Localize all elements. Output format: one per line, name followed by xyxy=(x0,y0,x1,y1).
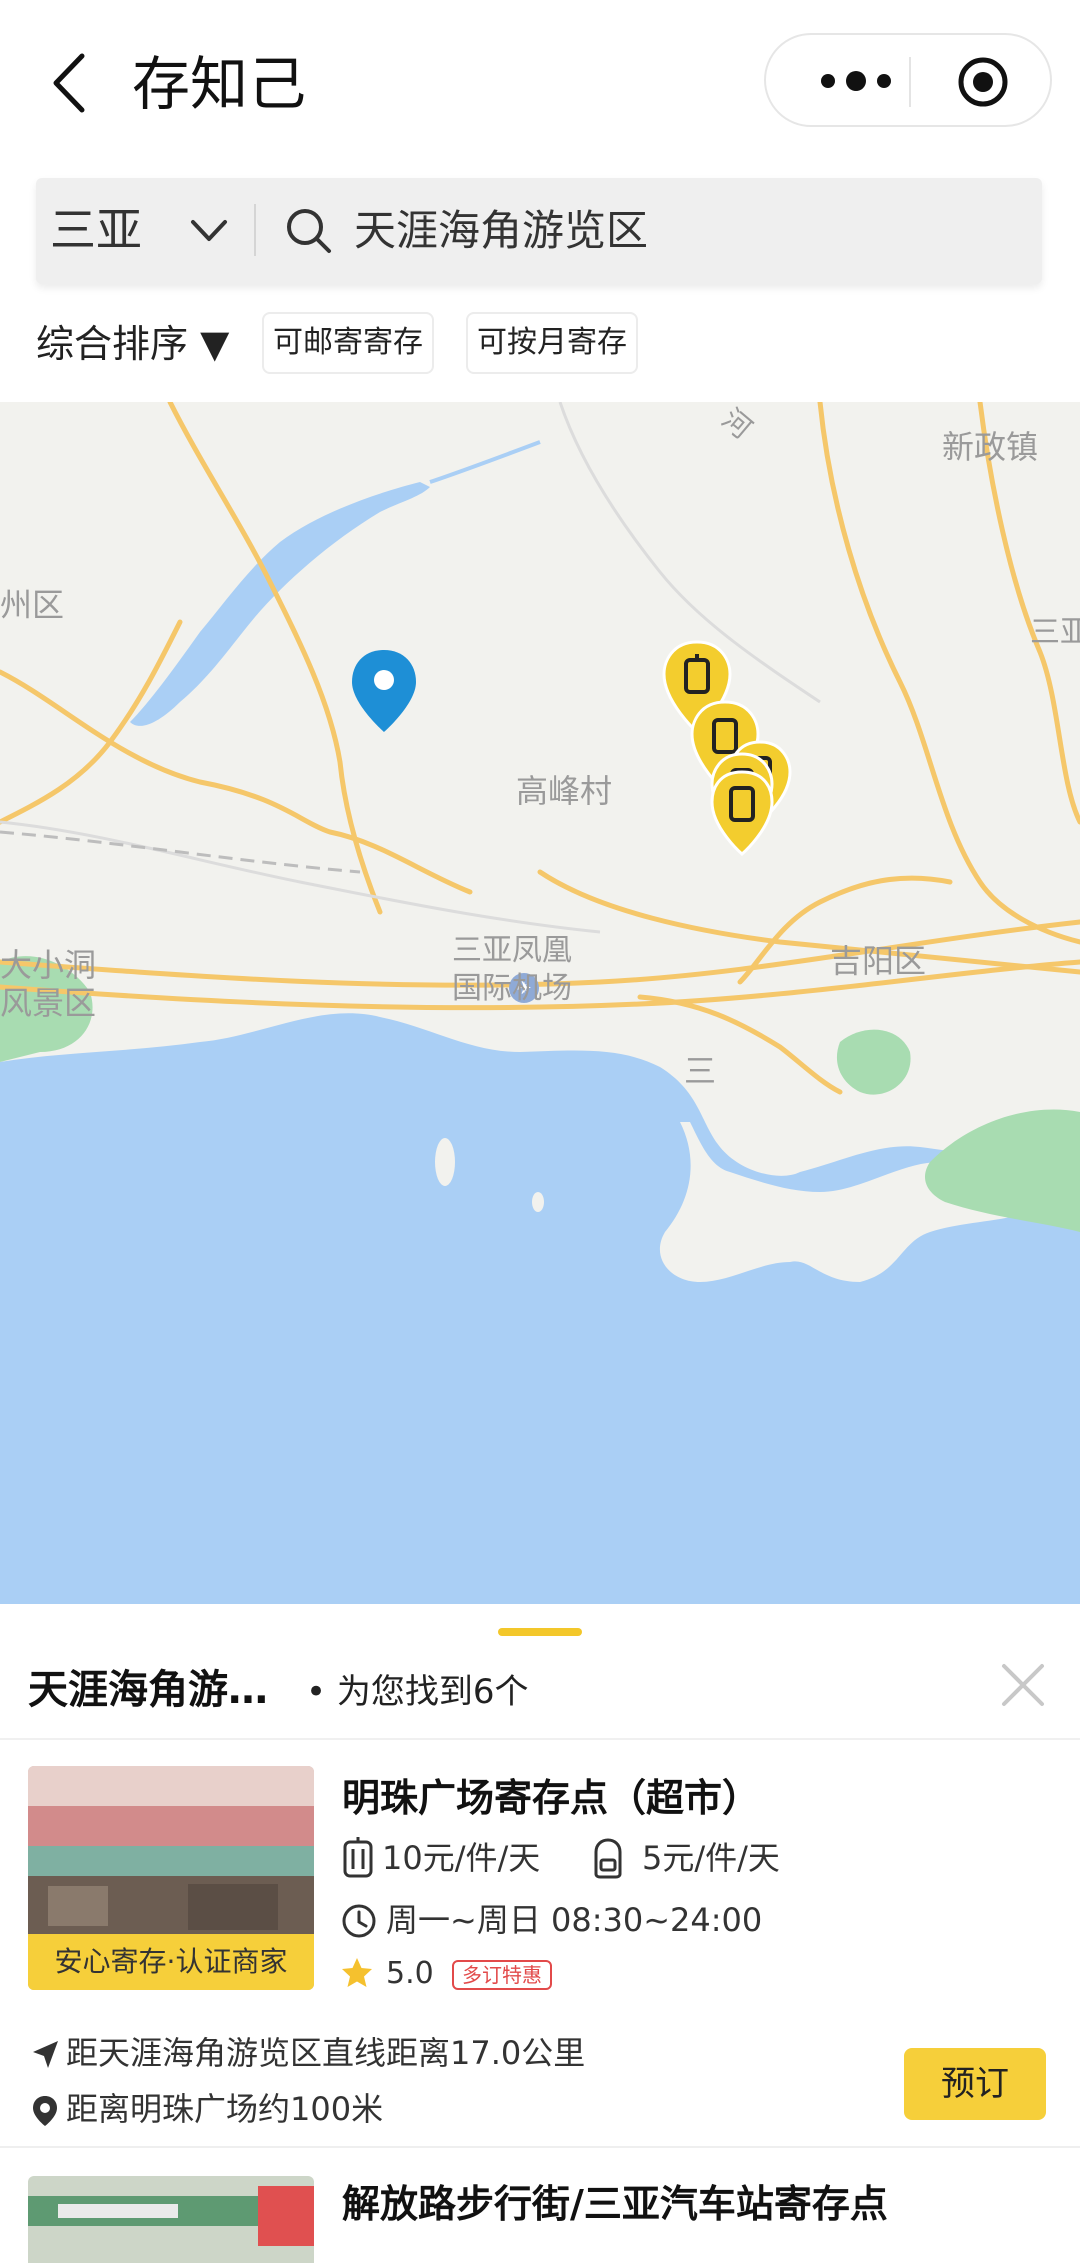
map-label-phoenix: 三亚凤凰 xyxy=(452,933,572,968)
distance-line: 距天涯海角游览区直线距离17.0公里 xyxy=(66,2034,586,2072)
map-label-jiyang: 吉阳区 xyxy=(830,942,926,980)
verified-badge: 安心寄存·认证商家 xyxy=(28,1934,314,1990)
landmark-line: 距离明珠广场约100米 xyxy=(66,2090,384,2128)
backpack-icon xyxy=(594,1838,622,1879)
promo-tag: 多订特惠 xyxy=(452,1960,552,1990)
map-marker-icon xyxy=(33,2096,57,2126)
map-label-sanya-edge: 三亚 xyxy=(1030,615,1080,650)
store-name[interactable]: 解放路步行街/三亚汽车站寄存点 xyxy=(342,2176,888,2232)
filter-chip-mail-storage[interactable]: 可邮寄寄存 xyxy=(262,312,434,374)
city-selector[interactable]: 三亚 xyxy=(50,198,142,262)
map-label-gaofengcun: 高峰村 xyxy=(516,772,612,810)
search-icon xyxy=(287,209,331,253)
book-button[interactable]: 预订 xyxy=(904,2048,1046,2120)
map-label-scenic: 风景区 xyxy=(0,984,96,1022)
close-x-icon[interactable] xyxy=(996,1658,1050,1712)
map-label-daxiaodong: 大小洞 xyxy=(0,946,96,984)
map-label-san: 三 xyxy=(684,1052,716,1090)
clock-icon xyxy=(342,1904,376,1938)
result-count: • 为您找到6个 xyxy=(306,1672,529,1712)
search-input[interactable]: 天涯海角游览区 xyxy=(354,200,648,262)
search-bar: 三亚 天涯海角游览区 xyxy=(36,178,1042,284)
store-name[interactable]: 明珠广场寄存点（超市） xyxy=(342,1770,760,1826)
top-bar: 存知己 xyxy=(0,0,1080,165)
map-label-zhouqu: 州区 xyxy=(0,586,64,624)
target-circle-icon[interactable] xyxy=(956,55,1010,109)
search-divider xyxy=(254,204,256,256)
store-photo[interactable]: 安心寄存·认证商家 xyxy=(28,1766,314,1990)
mini-program-capsule xyxy=(764,33,1052,127)
filter-chip-monthly-storage[interactable]: 可按月寄存 xyxy=(466,312,638,374)
luggage-price: 10元/件/天 xyxy=(382,1839,541,1877)
card-divider xyxy=(0,2146,1080,2148)
suitcase-icon xyxy=(343,1837,373,1878)
drag-handle[interactable] xyxy=(498,1628,582,1636)
chevron-down-icon[interactable] xyxy=(190,218,228,244)
map-label-airport: 国际机场 xyxy=(452,971,572,1006)
sheet-divider xyxy=(0,1738,1080,1740)
navigation-arrow-icon xyxy=(33,2041,58,2068)
page-title: 存知己 xyxy=(132,50,307,118)
map-label-xinzheng: 新政镇 xyxy=(942,428,1038,466)
map-canvas[interactable]: ✈ 新政镇 三亚 高峰村 州区 三亚凤凰 国际机场 吉阳区 大小洞 风景区 河 … xyxy=(0,402,1080,1604)
opening-hours: 周一~周日 08:30~24:00 xyxy=(386,1901,763,1939)
sort-dropdown[interactable]: 综合排序 ▼ xyxy=(36,314,229,374)
store-photo[interactable] xyxy=(28,2176,314,2263)
star-icon xyxy=(342,1958,372,1987)
capsule-divider xyxy=(909,57,911,107)
results-sheet: 天涯海角游… • 为您找到6个 安心寄存·认证商家 明珠广场寄存点（超市） 10… xyxy=(0,1604,1080,2263)
sheet-title: 天涯海角游… xyxy=(28,1667,268,1713)
more-dots-icon[interactable] xyxy=(806,55,906,107)
back-chevron-icon[interactable] xyxy=(42,48,102,118)
rating-score: 5.0 xyxy=(386,1956,434,1991)
map-view[interactable]: ✈ 新政镇 三亚 高峰村 州区 三亚凤凰 国际机场 吉阳区 大小洞 风景区 河 … xyxy=(0,402,1080,1604)
bag-price: 5元/件/天 xyxy=(642,1839,780,1877)
